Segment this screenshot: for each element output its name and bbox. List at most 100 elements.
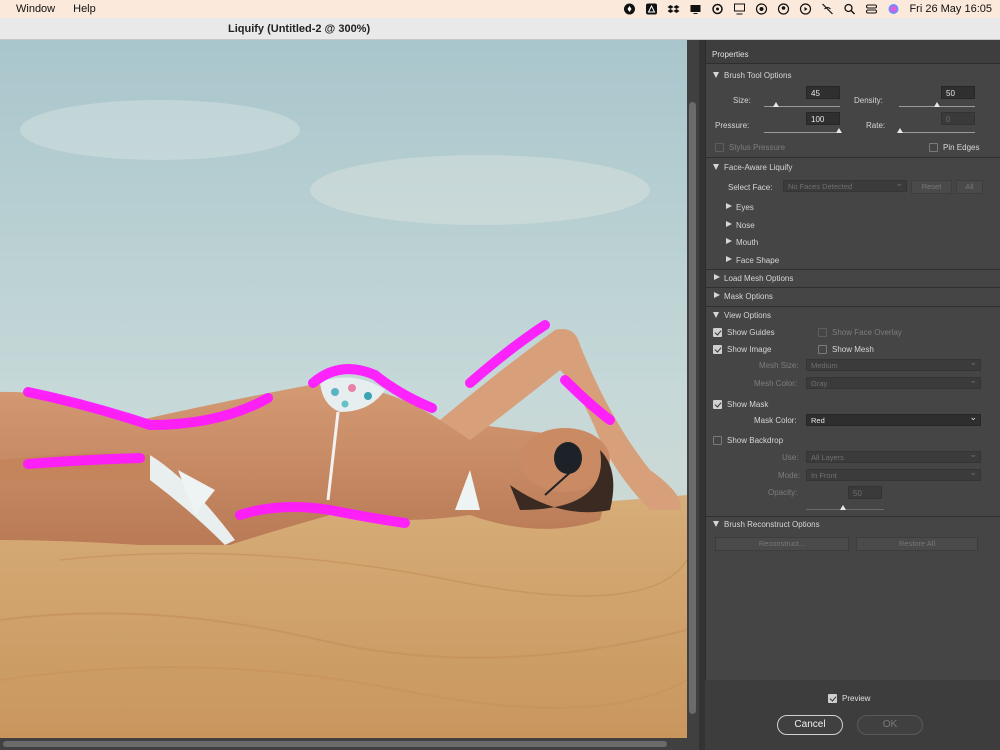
divider bbox=[706, 269, 1000, 270]
wifi-icon[interactable] bbox=[755, 3, 768, 15]
divider bbox=[706, 306, 1000, 307]
sync-icon[interactable] bbox=[711, 3, 724, 15]
nose-expand-icon[interactable] bbox=[726, 221, 732, 227]
density-input[interactable]: 50 bbox=[941, 86, 975, 99]
mask-options-expand-icon[interactable] bbox=[714, 292, 720, 298]
user-icon[interactable] bbox=[777, 3, 790, 15]
mask-options-header[interactable]: Mask Options bbox=[724, 292, 773, 301]
dropbox-icon[interactable] bbox=[667, 3, 680, 15]
backdrop-use-label: Use: bbox=[782, 453, 799, 462]
photo-preview[interactable] bbox=[0, 40, 687, 738]
face-all-button[interactable]: All bbox=[956, 180, 983, 194]
horizontal-scroll-thumb[interactable] bbox=[3, 741, 667, 747]
screen-share-icon[interactable] bbox=[733, 3, 746, 15]
face-item-nose[interactable]: Nose bbox=[736, 221, 755, 230]
pin-edges-checkbox[interactable] bbox=[929, 143, 938, 152]
menu-window[interactable]: Window bbox=[0, 3, 64, 15]
pressure-input[interactable]: 100 bbox=[806, 112, 840, 125]
play-icon[interactable] bbox=[799, 3, 812, 15]
mouth-expand-icon[interactable] bbox=[726, 238, 732, 244]
show-mask-checkbox[interactable] bbox=[713, 400, 722, 409]
show-image-label: Show Image bbox=[727, 345, 772, 354]
siri-icon[interactable] bbox=[887, 3, 900, 15]
brush-reconstruct-collapse-icon[interactable] bbox=[713, 521, 719, 527]
mesh-size-dropdown[interactable]: Medium bbox=[806, 357, 981, 371]
select-face-dropdown[interactable]: No Faces Detected bbox=[783, 178, 907, 192]
show-image-checkbox[interactable] bbox=[713, 345, 722, 354]
display-icon[interactable] bbox=[689, 3, 702, 15]
backdrop-opacity-input[interactable]: 50 bbox=[848, 486, 882, 499]
preview-label: Preview bbox=[842, 694, 871, 703]
brush-tool-collapse-icon[interactable] bbox=[713, 72, 719, 78]
divider bbox=[706, 287, 1000, 288]
properties-panel-header: Properties bbox=[706, 40, 1000, 64]
show-backdrop-checkbox[interactable] bbox=[713, 436, 722, 445]
search-icon[interactable] bbox=[843, 3, 856, 15]
density-label: Density: bbox=[854, 96, 883, 105]
clock[interactable]: Fri 26 May 16:05 bbox=[909, 3, 992, 15]
stylus-pressure-label: Stylus Pressure bbox=[729, 143, 786, 152]
view-options-collapse-icon[interactable] bbox=[713, 312, 719, 318]
load-mesh-expand-icon[interactable] bbox=[714, 274, 720, 280]
properties-title: Properties bbox=[712, 50, 749, 59]
preview-checkbox[interactable] bbox=[828, 694, 837, 703]
size-input[interactable]: 45 bbox=[806, 86, 840, 99]
brush-tool-header[interactable]: Brush Tool Options bbox=[724, 71, 791, 80]
status-app-icon[interactable] bbox=[623, 3, 636, 15]
restore-all-button[interactable]: Restore All bbox=[856, 537, 978, 551]
size-slider-handle[interactable] bbox=[773, 102, 779, 107]
rate-slider-handle[interactable] bbox=[897, 128, 903, 133]
face-aware-header[interactable]: Face-Aware Liquify bbox=[724, 163, 792, 172]
mesh-color-dropdown[interactable]: Gray bbox=[806, 375, 981, 389]
face-item-eyes[interactable]: Eyes bbox=[736, 203, 754, 212]
pressure-slider-handle[interactable] bbox=[836, 128, 842, 133]
no-signal-icon[interactable] bbox=[821, 3, 834, 15]
pressure-slider[interactable] bbox=[764, 132, 840, 133]
dialog-footer: Preview Cancel OK bbox=[705, 680, 1000, 750]
face-item-face-shape[interactable]: Face Shape bbox=[736, 256, 779, 265]
control-center-icon[interactable] bbox=[865, 3, 878, 15]
face-reset-button[interactable]: Reset bbox=[911, 180, 952, 194]
reconstruct-button[interactable]: Reconstruct... bbox=[715, 537, 849, 551]
show-mesh-label: Show Mesh bbox=[832, 345, 874, 354]
face-shape-expand-icon[interactable] bbox=[726, 256, 732, 262]
canvas-vertical-scrollbar[interactable] bbox=[687, 40, 699, 738]
show-backdrop-label: Show Backdrop bbox=[727, 436, 784, 445]
load-mesh-header[interactable]: Load Mesh Options bbox=[724, 274, 793, 283]
eyes-expand-icon[interactable] bbox=[726, 203, 732, 209]
pressure-label: Pressure: bbox=[715, 121, 750, 130]
select-face-label: Select Face: bbox=[728, 183, 773, 192]
backdrop-opacity-slider-handle[interactable] bbox=[840, 505, 846, 510]
menu-bar: Window Help Fri 26 May 16:05 bbox=[0, 0, 1000, 18]
mask-color-dropdown[interactable]: Red bbox=[806, 412, 981, 426]
view-options-header[interactable]: View Options bbox=[724, 311, 771, 320]
rate-input[interactable]: 0 bbox=[941, 112, 975, 125]
cancel-button[interactable]: Cancel bbox=[777, 715, 843, 735]
show-face-overlay-checkbox[interactable] bbox=[818, 328, 827, 337]
stylus-pressure-checkbox[interactable] bbox=[715, 143, 724, 152]
liquify-canvas[interactable] bbox=[0, 40, 687, 738]
size-label: Size: bbox=[733, 96, 751, 105]
menu-help[interactable]: Help bbox=[64, 3, 105, 15]
triangle-app-icon[interactable] bbox=[645, 3, 658, 15]
window-title: Liquify (Untitled-2 @ 300%) bbox=[228, 23, 371, 35]
mask-color-label: Mask Color: bbox=[754, 416, 797, 425]
rate-slider[interactable] bbox=[899, 132, 975, 133]
face-item-mouth[interactable]: Mouth bbox=[736, 238, 758, 247]
brush-reconstruct-header[interactable]: Brush Reconstruct Options bbox=[724, 520, 820, 529]
backdrop-use-dropdown[interactable]: All Layers bbox=[806, 449, 981, 463]
backdrop-opacity-label: Opacity: bbox=[768, 488, 798, 497]
canvas-horizontal-scrollbar[interactable] bbox=[0, 738, 699, 750]
divider bbox=[706, 157, 1000, 158]
show-face-overlay-label: Show Face Overlay bbox=[832, 328, 902, 337]
backdrop-mode-label: Mode: bbox=[778, 471, 801, 480]
rate-label: Rate: bbox=[866, 121, 886, 130]
backdrop-mode-dropdown[interactable]: In Front bbox=[806, 467, 981, 481]
show-mesh-checkbox[interactable] bbox=[818, 345, 827, 354]
ok-button[interactable]: OK bbox=[857, 715, 923, 735]
density-slider-handle[interactable] bbox=[934, 102, 940, 107]
face-aware-collapse-icon[interactable] bbox=[713, 164, 719, 170]
vertical-scroll-thumb[interactable] bbox=[689, 102, 696, 714]
mesh-size-label: Mesh Size: bbox=[759, 361, 799, 370]
show-guides-checkbox[interactable] bbox=[713, 328, 722, 337]
